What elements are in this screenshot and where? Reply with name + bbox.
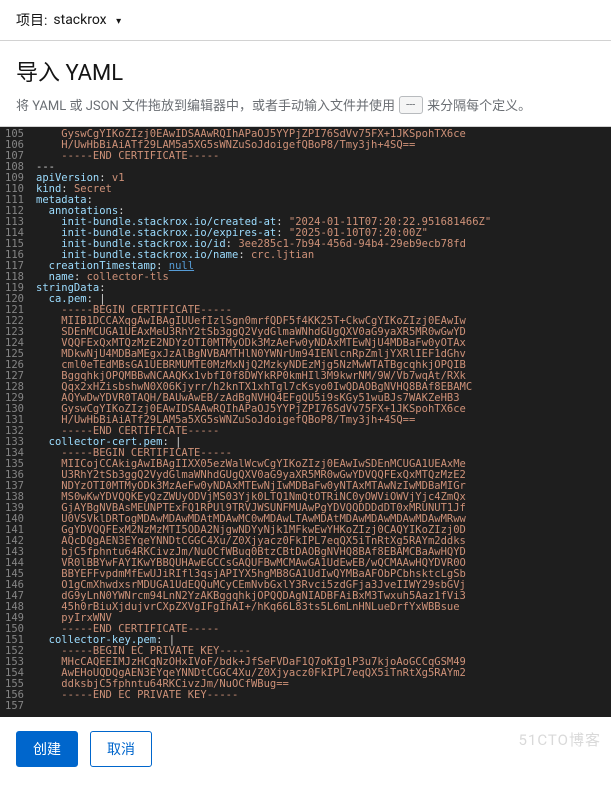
cancel-button[interactable]: 取消: [90, 731, 152, 767]
separator-hint: ---: [399, 96, 423, 114]
line-number-gutter: 1051061071081091101111121131141151161171…: [0, 127, 32, 714]
watermark: 51CTO博客: [519, 729, 601, 750]
code-content[interactable]: GyswCgYIKoZIzj0EAwIDSAAwRQIhAPaOJ5YYPjZP…: [32, 127, 611, 714]
yaml-editor[interactable]: 1051061071081091101111121131141151161171…: [0, 127, 611, 717]
project-bar: 项目: stackrox ▾: [0, 0, 611, 41]
project-dropdown[interactable]: stackrox ▾: [53, 12, 121, 28]
desc-suffix: 来分隔每个定义。: [427, 95, 531, 114]
chevron-down-icon: ▾: [116, 16, 121, 27]
project-label: 项目:: [16, 10, 47, 30]
project-value: stackrox: [53, 12, 106, 28]
page-description: 将 YAML 或 JSON 文件拖放到编辑器中，或者手动输入文件并使用 --- …: [16, 95, 595, 114]
page-title: 导入 YAML: [16, 55, 595, 87]
create-button[interactable]: 创建: [16, 731, 78, 767]
page-header: 导入 YAML 将 YAML 或 JSON 文件拖放到编辑器中，或者手动输入文件…: [0, 41, 611, 127]
desc-prefix: 将 YAML 或 JSON 文件拖放到编辑器中，或者手动输入文件并使用: [16, 95, 395, 114]
